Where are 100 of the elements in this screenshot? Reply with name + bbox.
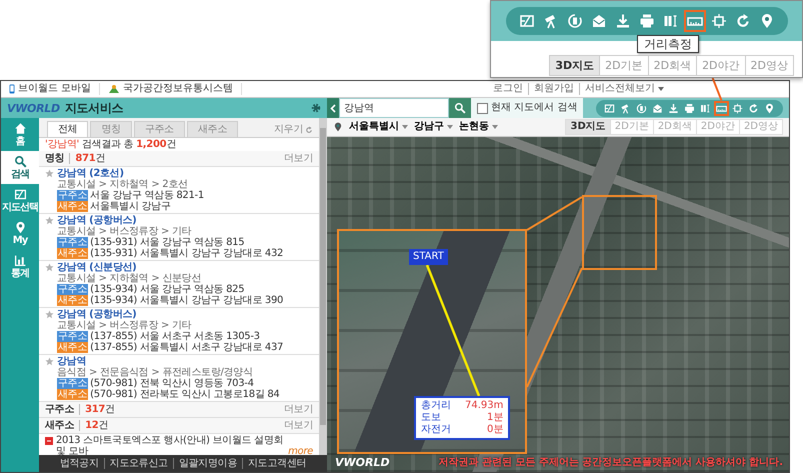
more-link[interactable]: 더보기 — [284, 153, 313, 164]
notice-icon — [45, 437, 53, 445]
result-summary: '강남역' 검색결과 총 1,200건 — [39, 138, 319, 151]
address-text: (137-855) 서울 서초구 서초동 1305-3 — [90, 331, 260, 342]
tool-button[interactable] — [730, 100, 745, 116]
result-count: 12건 — [79, 420, 108, 431]
address-text: (135-931) 서울 강남구 역삼동 815 — [90, 237, 244, 248]
star-icon[interactable] — [45, 216, 54, 225]
pin-icon — [764, 102, 775, 114]
leader-line — [526, 196, 583, 231]
nav-item[interactable]: My — [1, 217, 39, 250]
tool-button[interactable] — [684, 10, 706, 32]
address-tag: 구주소 — [57, 331, 88, 342]
footer-link[interactable]: 지도고객센터 — [242, 458, 312, 469]
address-tag: 구주소 — [57, 190, 88, 201]
star-icon[interactable] — [45, 263, 54, 272]
address-tag: 구주소 — [57, 284, 88, 295]
result-item[interactable]: 강남역 (공항버스) 교통시설 > 버스정류장 > 기타 구주소 (135-931) 서울 강남구 역삼동 815 새주소 (135-931) 서울특별시 강남구 강남대로 432 — [39, 214, 319, 261]
result-item[interactable]: 강남역 음식점 > 전문음식점 > 퓨전레스토랑/경양식 구주소 (570-981) 전북 익산시 영등동 703-4 새주소 (570-981) 전라북도 익산시 고봉로18길 84 — [39, 355, 319, 402]
address-tag: 새주소 — [57, 295, 88, 306]
map-icon — [604, 102, 615, 114]
checkbox-label: 현재 지도에서 검색 — [491, 102, 578, 114]
nav-item[interactable]: 홈 — [1, 118, 39, 151]
frame-icon — [710, 13, 726, 29]
breadcrumb-item[interactable]: 서울특별시 — [349, 121, 408, 133]
mail-icon — [590, 13, 606, 29]
copyright-text: 저작권과 관련된 모든 주제어는 공간정보오픈플랫폼에서 사용하셔야 합니다. — [438, 457, 783, 469]
star-icon[interactable] — [45, 310, 54, 319]
nav-item[interactable]: 통계 — [1, 250, 39, 283]
address-text: (135-934) 서울특별시 강남구 강남대로 390 — [90, 295, 284, 306]
breadcrumb-item[interactable]: 강남구 — [414, 121, 453, 133]
place-name[interactable]: 강남역 — [57, 262, 86, 273]
result-item[interactable]: 강남역 (신분당선) 교통시설 > 지하철역 > 신분당선 구주소 (135-934) 서울 강남구 역삼동 825 새주소 (135-934) 서울특별시 강남구 강남대로 390 — [39, 261, 319, 308]
top-link[interactable]: 브이월드 모바일 — [1, 83, 100, 95]
address-text: (135-934) 서울 강남구 역삼동 825 — [90, 284, 244, 295]
section-title: 새주소 — [45, 420, 74, 431]
clear-button[interactable]: 지우기 — [272, 122, 315, 137]
distance-label: 자전거 — [421, 424, 451, 436]
account-link[interactable]: 서비스전체보기 — [579, 83, 669, 95]
distance-value: 1분 — [486, 412, 504, 424]
star-icon[interactable] — [45, 357, 54, 366]
nav-item[interactable]: 지도선택 — [1, 184, 39, 217]
nav-item[interactable]: 검색 — [1, 151, 39, 184]
result-item[interactable]: 강남역 (공항버스) 교통시설 > 버스정류장 > 기타 구주소 (137-855) 서울 서초구 서초동 1305-3 새주소 (137-855) 서울특별시 서초구 강남대로 437 — [39, 308, 319, 355]
chevron-icon — [330, 104, 336, 112]
address-text: (570-981) 전라북도 익산시 고봉로18길 84 — [90, 389, 280, 400]
search-tab[interactable]: 전체 — [47, 121, 88, 137]
breadcrumb-item[interactable]: 논현동 — [459, 121, 498, 133]
more-link[interactable]: 더보기 — [284, 404, 313, 415]
address-text: 서울특별시 강남구 — [90, 201, 171, 212]
tool-button[interactable] — [714, 100, 729, 116]
address-text: (137-855) 서울특별시 서초구 강남대로 437 — [90, 342, 284, 353]
place-name[interactable]: 강남역 — [57, 168, 86, 179]
mail-icon — [652, 102, 663, 114]
address-tag: 새주소 — [57, 342, 88, 353]
logo: VWORLD — [335, 457, 390, 469]
place-detail: (공항버스) — [89, 309, 136, 320]
place-name[interactable]: 강남역 — [57, 309, 86, 320]
result-count: 871건 — [69, 153, 106, 164]
footer-link[interactable]: 일괄지명이용 — [172, 458, 242, 469]
pin-icon — [14, 221, 26, 234]
search-button[interactable] — [449, 98, 471, 118]
view-tab[interactable]: 3D지도 — [565, 119, 611, 135]
address-tag: 구주소 — [57, 237, 88, 248]
place-name[interactable]: 강남역 — [57, 356, 86, 367]
phone-icon — [9, 84, 15, 94]
frame-icon — [732, 102, 743, 114]
top-link[interactable]: 국가공간정보유통시스템 — [100, 83, 242, 95]
result-item[interactable]: 강남역 (2호선) 교통시설 > 지하철역 > 2호선 구주소 서울 강남구 역삼동 821-1 새주소 서울특별시 강남구 — [39, 167, 319, 214]
caret-icon — [658, 87, 664, 91]
distance-value: 74.93m — [465, 400, 504, 412]
caret-icon — [492, 125, 498, 129]
checkbox[interactable] — [477, 102, 488, 114]
place-detail: (공항버스) — [89, 215, 136, 226]
address-tag: 새주소 — [57, 389, 88, 400]
footer-link[interactable]: 법적공지 — [54, 458, 104, 469]
view-tab[interactable]: 3D지도 — [549, 55, 600, 76]
settings-icon[interactable] — [311, 103, 321, 113]
download-icon — [668, 102, 679, 114]
place-name[interactable]: 강남역 — [57, 215, 86, 226]
category-path: 교통시설 > 지하철역 > 신분당선 — [57, 273, 202, 284]
home-icon — [14, 122, 26, 135]
address-text: (135-931) 서울특별시 강남구 강남대로 432 — [90, 248, 284, 259]
refresh-icon — [734, 13, 750, 29]
star-icon[interactable] — [45, 169, 54, 178]
caret-icon — [447, 125, 453, 129]
search-field[interactable]: 강남역 — [339, 98, 449, 118]
account-link[interactable]: 로그인 — [488, 83, 528, 95]
tooltip: 거리측정 — [637, 35, 699, 53]
download-icon — [614, 13, 630, 29]
category-path: 교통시설 > 버스정류장 > 기타 — [57, 226, 192, 237]
more-link[interactable]: 더보기 — [284, 420, 313, 431]
place-detail: (신분당선) — [89, 262, 136, 273]
rotate-icon — [566, 13, 582, 29]
account-link[interactable]: 회원가입 — [528, 83, 579, 95]
scrollbar[interactable] — [319, 118, 327, 455]
back-button[interactable] — [327, 98, 339, 118]
footer-link[interactable]: 지도오류신고 — [104, 458, 173, 469]
app-title: 지도서비스 — [64, 101, 124, 115]
leader-line — [712, 78, 722, 101]
